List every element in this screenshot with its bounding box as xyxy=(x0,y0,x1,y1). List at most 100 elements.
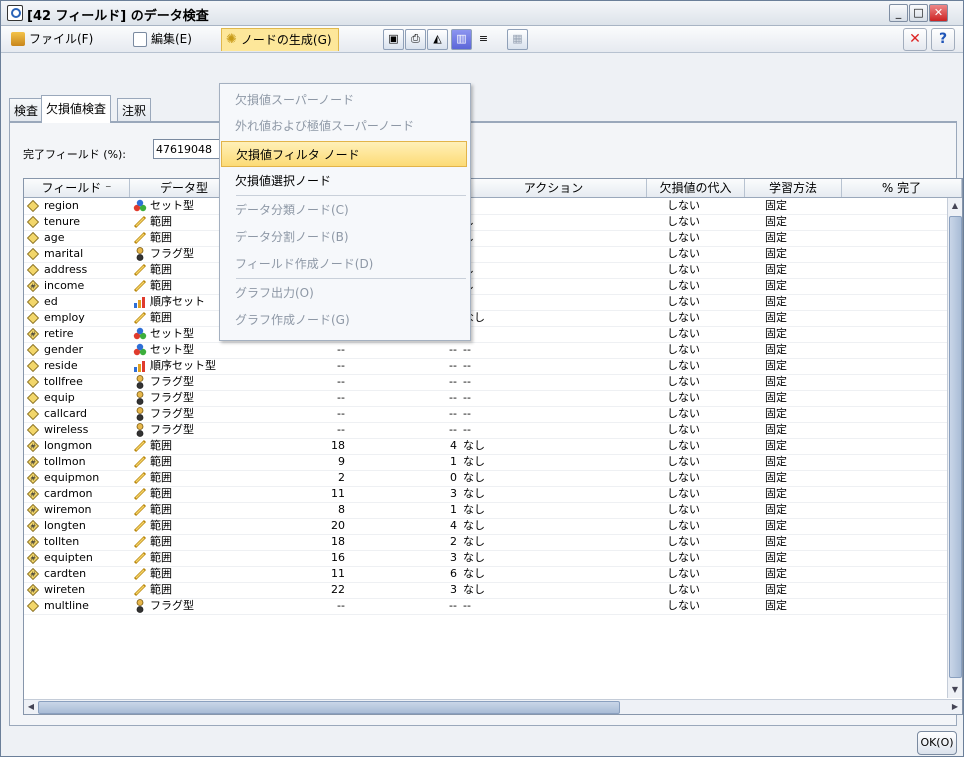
tab-annotations[interactable]: 注釈 xyxy=(117,98,152,123)
impute-value[interactable]: しない xyxy=(647,374,745,390)
method-value[interactable]: 固定 xyxy=(745,278,842,294)
action-value[interactable]: -- xyxy=(461,422,647,438)
method-value[interactable]: 固定 xyxy=(745,310,842,326)
menu-graph-output[interactable]: グラフ出力(O) xyxy=(221,280,467,306)
table-row[interactable]: employ範囲80なししない固定 xyxy=(24,310,948,327)
col-method[interactable]: 学習方法 xyxy=(745,179,842,197)
table-row[interactable]: wireless フラグ型 -- -- -- しない 固定 xyxy=(24,422,948,439)
menu-graph-node[interactable]: グラフ作成ノード(G) xyxy=(221,307,467,333)
method-value[interactable]: 固定 xyxy=(745,198,842,214)
action-value[interactable]: -- xyxy=(461,342,647,358)
ok-button[interactable]: OK(O) xyxy=(917,731,957,755)
method-value[interactable]: 固定 xyxy=(745,598,842,614)
impute-value[interactable]: しない xyxy=(647,566,745,582)
table-row[interactable]: ed 順序セット しない 固定 xyxy=(24,294,948,311)
table-icon[interactable]: ▦ xyxy=(507,29,528,50)
horizontal-scrollbar[interactable]: ◀ ▶ xyxy=(24,699,962,714)
menu-missing-filter-node[interactable]: 欠損値フィルタ ノード xyxy=(221,141,467,167)
table-row[interactable]: tenure範囲ししない固定 xyxy=(24,214,948,231)
method-value[interactable]: 固定 xyxy=(745,214,842,230)
impute-value[interactable]: しない xyxy=(647,262,745,278)
impute-value[interactable]: しない xyxy=(647,310,745,326)
table-row[interactable]: # longten 範囲 20 4 なし しない 固定 xyxy=(24,518,948,535)
action-value[interactable]: -- xyxy=(461,374,647,390)
action-value[interactable]: -- xyxy=(461,326,647,342)
method-value[interactable]: 固定 xyxy=(745,358,842,374)
method-value[interactable]: 固定 xyxy=(745,550,842,566)
action-value[interactable]: -- xyxy=(461,598,647,614)
table-row[interactable]: # tollten 範囲 18 2 なし しない 固定 xyxy=(24,534,948,551)
table-row[interactable]: marital フラグ型 しない 固定 xyxy=(24,246,948,263)
action-value[interactable]: -- xyxy=(461,358,647,374)
menu-missing-supernode[interactable]: 欠損値スーパーノード xyxy=(221,87,467,113)
col-impute[interactable]: 欠損値の代入 xyxy=(647,179,745,197)
method-value[interactable]: 固定 xyxy=(745,294,842,310)
table-row[interactable]: address範囲ししない固定 xyxy=(24,262,948,279)
method-value[interactable]: 固定 xyxy=(745,326,842,342)
impute-value[interactable]: しない xyxy=(647,358,745,374)
impute-value[interactable]: しない xyxy=(647,278,745,294)
impute-value[interactable]: しない xyxy=(647,230,745,246)
table-row[interactable]: # equipten 範囲 16 3 なし しない 固定 xyxy=(24,550,948,567)
method-value[interactable]: 固定 xyxy=(745,246,842,262)
table-row[interactable]: #income範囲ししない固定 xyxy=(24,278,948,295)
action-value[interactable]: なし xyxy=(461,518,647,534)
method-value[interactable]: 固定 xyxy=(745,566,842,582)
method-value[interactable]: 固定 xyxy=(745,406,842,422)
vertical-scrollbar[interactable]: ▲ ▼ xyxy=(947,198,962,698)
method-value[interactable]: 固定 xyxy=(745,438,842,454)
tab-quality[interactable]: 欠損値検査 xyxy=(41,95,112,123)
menu-partition-node[interactable]: データ分割ノード(B) xyxy=(221,224,467,250)
table-row[interactable]: # cardmon 範囲 11 3 なし しない 固定 xyxy=(24,486,948,503)
menu-derive-node[interactable]: フィールド作成ノード(D) xyxy=(221,251,467,277)
table-row[interactable]: reside 順序セット型 -- -- -- しない 固定 xyxy=(24,358,948,375)
horizontal-scroll-thumb[interactable] xyxy=(38,701,620,714)
scroll-right-icon[interactable]: ▶ xyxy=(949,701,961,713)
col-complete[interactable]: % 完了 xyxy=(842,179,962,197)
action-value[interactable]: し xyxy=(461,230,647,246)
impute-value[interactable]: しない xyxy=(647,390,745,406)
method-value[interactable]: 固定 xyxy=(745,390,842,406)
table-row[interactable]: age範囲ししない固定 xyxy=(24,230,948,247)
menu-binning-node[interactable]: データ分類ノード(C) xyxy=(221,197,467,223)
method-value[interactable]: 固定 xyxy=(745,342,842,358)
method-value[interactable]: 固定 xyxy=(745,374,842,390)
impute-value[interactable]: しない xyxy=(647,294,745,310)
method-value[interactable]: 固定 xyxy=(745,534,842,550)
vertical-scroll-thumb[interactable] xyxy=(949,216,962,678)
method-value[interactable]: 固定 xyxy=(745,454,842,470)
impute-value[interactable]: しない xyxy=(647,246,745,262)
table-row[interactable]: # longmon 範囲 18 4 なし しない 固定 xyxy=(24,438,948,455)
close-window-button[interactable]: ✕ xyxy=(929,4,948,22)
cancel-icon[interactable]: ✕ xyxy=(903,28,927,51)
method-value[interactable]: 固定 xyxy=(745,470,842,486)
action-value[interactable] xyxy=(461,198,647,214)
impute-value[interactable]: しない xyxy=(647,342,745,358)
help-icon[interactable]: ? xyxy=(931,28,955,51)
action-value[interactable]: し xyxy=(461,214,647,230)
impute-value[interactable]: しない xyxy=(647,502,745,518)
columns-icon[interactable]: ▥ xyxy=(451,29,472,50)
method-value[interactable]: 固定 xyxy=(745,230,842,246)
impute-value[interactable]: しない xyxy=(647,598,745,614)
action-value[interactable] xyxy=(461,246,647,262)
action-value[interactable]: なし xyxy=(461,550,647,566)
maximize-button[interactable]: □ xyxy=(909,4,928,22)
action-value[interactable]: なし xyxy=(461,454,647,470)
impute-value[interactable]: しない xyxy=(647,214,745,230)
menu-generate[interactable]: ✺ ノードの生成(G) xyxy=(221,28,339,51)
table-row[interactable]: multline フラグ型 -- -- -- しない 固定 xyxy=(24,598,948,615)
table-row[interactable]: # cardten 範囲 11 6 なし しない 固定 xyxy=(24,566,948,583)
table-row[interactable]: equip フラグ型 -- -- -- しない 固定 xyxy=(24,390,948,407)
scroll-left-icon[interactable]: ◀ xyxy=(25,701,37,713)
impute-value[interactable]: しない xyxy=(647,486,745,502)
action-value[interactable]: -- xyxy=(461,406,647,422)
action-value[interactable]: なし xyxy=(461,470,647,486)
table-row[interactable]: region セット型 しない 固定 xyxy=(24,198,948,215)
action-value[interactable]: なし xyxy=(461,486,647,502)
impute-value[interactable]: しない xyxy=(647,438,745,454)
print-icon[interactable]: ⎙ xyxy=(405,29,426,50)
action-value[interactable]: なし xyxy=(461,502,647,518)
minimize-button[interactable]: _ xyxy=(889,4,908,22)
chart-icon[interactable]: ◭ xyxy=(427,29,448,50)
